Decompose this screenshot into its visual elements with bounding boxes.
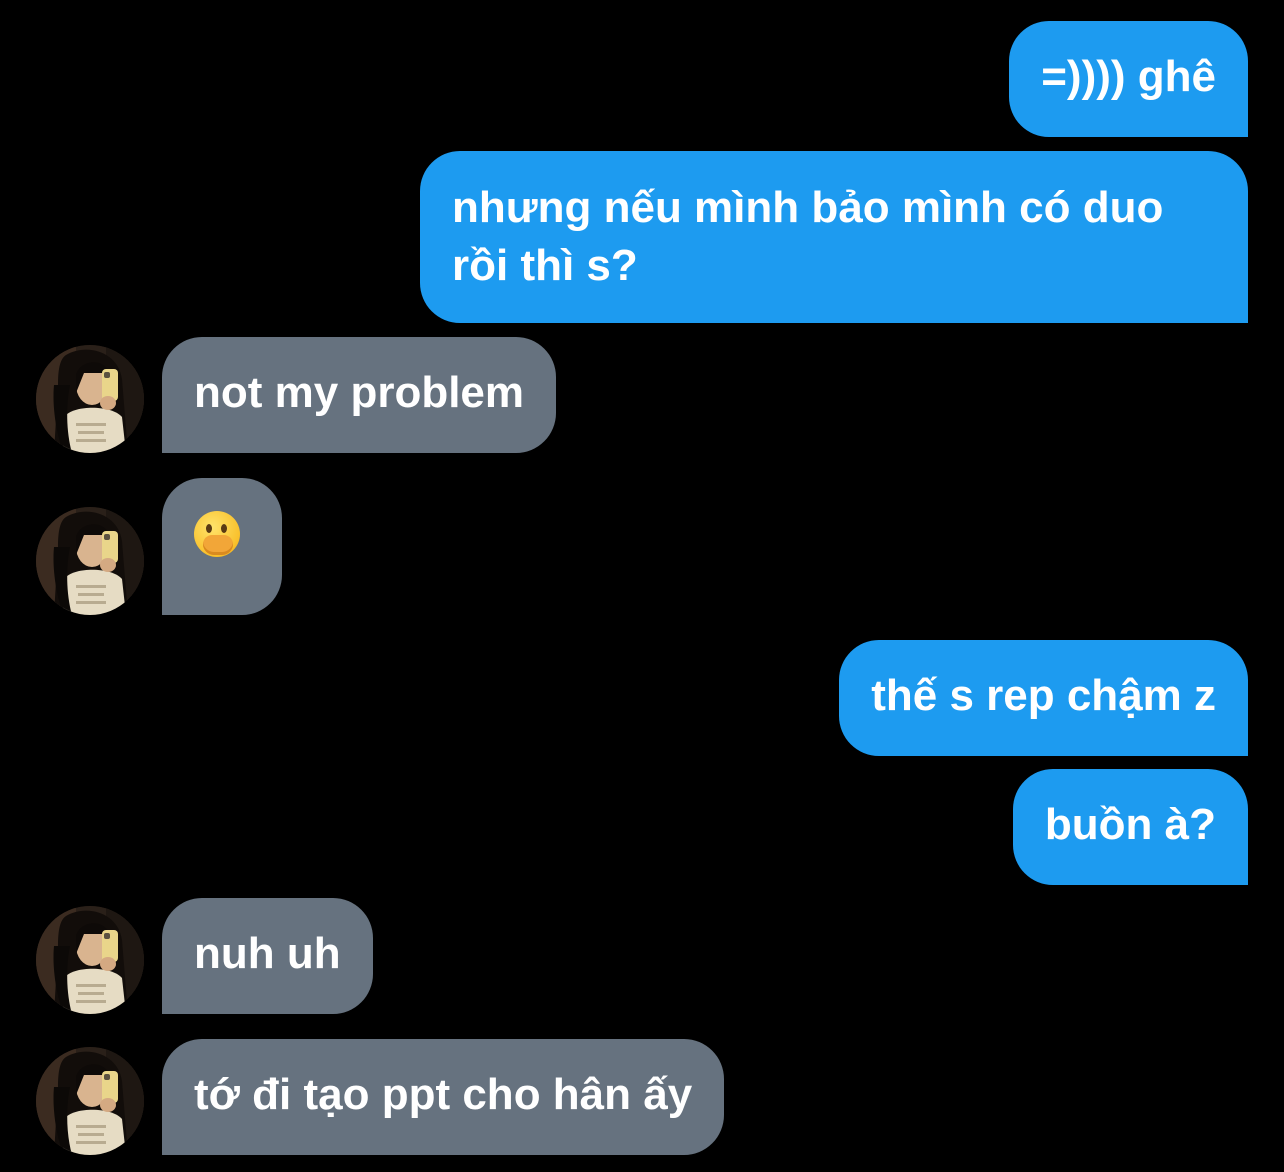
message-bubble-incoming[interactable]: not my problem xyxy=(162,337,557,453)
message-text: not my problem xyxy=(194,368,525,417)
message-bubble-outgoing[interactable]: nhưng nếu mình bảo mình có duo rồi thì s… xyxy=(420,151,1248,323)
avatar[interactable] xyxy=(36,345,144,453)
message-text: =)))) ghê xyxy=(1041,52,1216,101)
avatar[interactable] xyxy=(36,906,144,1014)
message-text: nhưng nếu mình bảo mình có duo rồi thì s… xyxy=(452,183,1164,290)
message-bubble-incoming[interactable] xyxy=(162,478,282,615)
avatar-image xyxy=(36,1047,144,1155)
message-text: nuh uh xyxy=(194,929,341,978)
avatar-image xyxy=(36,507,144,615)
message-bubble-outgoing[interactable]: buồn à? xyxy=(1012,769,1248,885)
avatar-image xyxy=(36,906,144,1014)
avatar[interactable] xyxy=(36,1047,144,1155)
message-bubble-outgoing[interactable]: thế s rep chậm z xyxy=(839,640,1248,756)
message-bubble-incoming[interactable]: tớ đi tạo ppt cho hân ấy xyxy=(162,1039,725,1155)
message-text: tớ đi tạo ppt cho hân ấy xyxy=(194,1070,693,1119)
face-with-hand-over-mouth-icon xyxy=(194,511,240,557)
message-text: buồn à? xyxy=(1044,800,1216,849)
avatar[interactable] xyxy=(36,507,144,615)
avatar-image xyxy=(36,345,144,453)
message-bubble-outgoing[interactable]: =)))) ghê xyxy=(1009,21,1248,137)
message-text: thế s rep chậm z xyxy=(871,671,1216,720)
message-bubble-incoming[interactable]: nuh uh xyxy=(162,898,373,1014)
